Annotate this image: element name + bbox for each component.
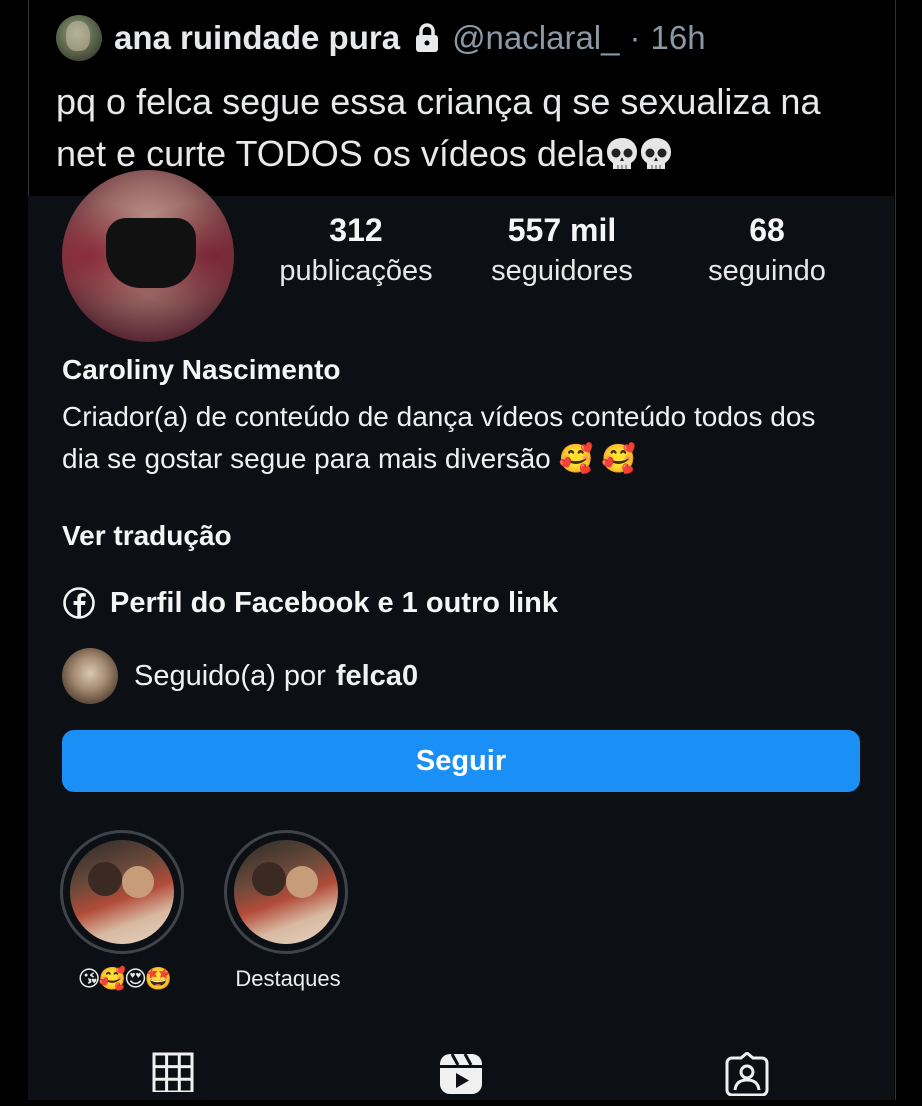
stat-following-label: seguindo: [708, 255, 826, 287]
skull-emoji: [605, 134, 639, 186]
followed-by-prefix: Seguido(a) por: [134, 659, 326, 692]
tweet-timestamp[interactable]: 16h: [650, 19, 705, 57]
highlight-label: Destaques: [235, 966, 341, 991]
stat-following-value: 68: [749, 212, 785, 248]
stat-posts-label: publicações: [279, 255, 433, 287]
see-translation-link: Ver tradução: [62, 520, 232, 551]
tagged-icon: [724, 1051, 770, 1101]
stat-followers: 557 mil seguidores: [476, 210, 648, 292]
embedded-instagram-screenshot[interactable]: 312 publicações 557 mil seguidores 68 se…: [28, 170, 894, 1100]
tweet-body: pq o felca segue essa criança q se sexua…: [56, 81, 821, 174]
stat-followers-value: 557 mil: [507, 212, 617, 248]
tweet-separator: ·: [629, 19, 641, 56]
reels-icon: [438, 1052, 484, 1101]
grid-icon: [152, 1052, 194, 1097]
highlight-label: 😘🥰😍🤩: [77, 966, 173, 991]
stat-followers-label: seguidores: [491, 255, 633, 287]
lock-icon: [414, 23, 440, 53]
profile-link: Perfil do Facebook e 1 outro link: [62, 586, 558, 620]
story-highlight: 😘🥰😍🤩: [60, 830, 188, 992]
stat-posts-value: 312: [329, 212, 383, 248]
tweet-author-avatar[interactable]: [56, 15, 102, 61]
profile-avatar: [62, 170, 234, 342]
followed-by-user: felca0: [335, 659, 419, 692]
profile-bio: Criador(a) de conteúdo de dança vídeos c…: [62, 401, 816, 474]
follow-button: Seguir: [62, 730, 860, 792]
facebook-icon: [63, 587, 95, 619]
profile-tab-bar: [28, 1046, 894, 1106]
followed-by: Seguido(a) por felca0: [62, 648, 418, 704]
tweet-display-name[interactable]: ana ruindade pura: [114, 19, 400, 57]
stat-posts: 312 publicações: [268, 210, 444, 292]
stat-following: 68 seguindo: [688, 210, 846, 292]
follower-avatar: [62, 648, 118, 704]
skull-emoji: [639, 134, 673, 186]
profile-name: Caroliny Nascimento: [62, 354, 341, 385]
story-highlight: Destaques: [224, 830, 352, 992]
tweet-header: ana ruindade pura @naclaral_ · 16h: [56, 14, 706, 62]
profile-link-text: Perfil do Facebook e 1 outro link: [110, 586, 558, 619]
tweet-handle[interactable]: @naclaral_: [452, 19, 619, 57]
